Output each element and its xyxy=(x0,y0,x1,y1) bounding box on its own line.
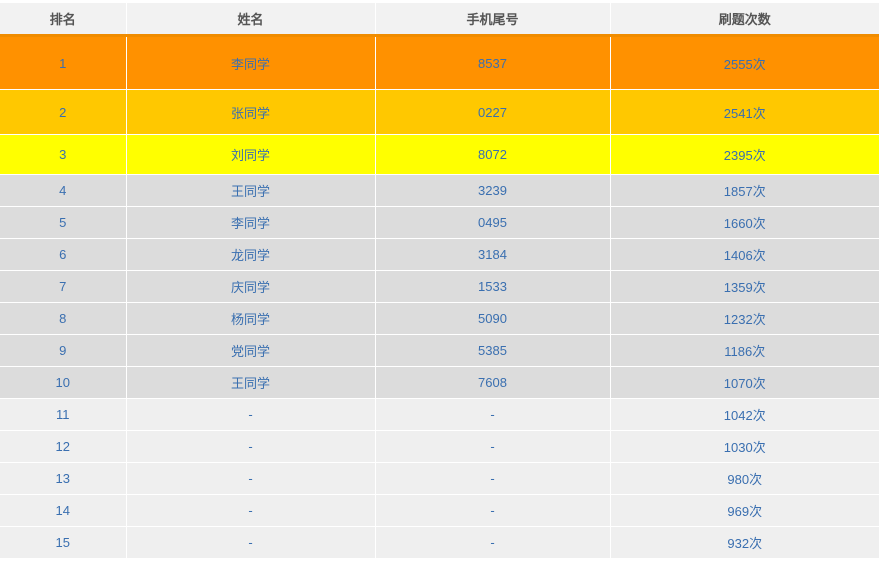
table-row: 8 杨同学 5090 1232次 xyxy=(0,302,879,335)
phone-cell: 5090 xyxy=(375,302,611,335)
table-row: 6 龙同学 3184 1406次 xyxy=(0,238,879,271)
table-row: 13 - - 980次 xyxy=(0,462,879,495)
name-cell: 王同学 xyxy=(126,174,376,207)
rank-cell: 5 xyxy=(0,206,127,239)
name-cell: 李同学 xyxy=(126,35,376,90)
rank-cell: 2 xyxy=(0,89,127,135)
count-cell: 1406次 xyxy=(610,238,879,271)
rank-cell: 14 xyxy=(0,494,127,527)
name-cell: 庆同学 xyxy=(126,270,376,303)
count-cell: 2395次 xyxy=(610,134,879,175)
count-cell: 1232次 xyxy=(610,302,879,335)
count-cell: 980次 xyxy=(610,462,879,495)
name-cell: 刘同学 xyxy=(126,134,376,175)
table-row-first-place: 1 李同学 8537 2555次 xyxy=(0,35,879,90)
phone-cell: 0495 xyxy=(375,206,611,239)
header-phone: 手机尾号 xyxy=(375,3,611,37)
phone-cell: - xyxy=(375,398,611,431)
phone-cell: 7608 xyxy=(375,366,611,399)
count-cell: 1030次 xyxy=(610,430,879,463)
rank-cell: 8 xyxy=(0,302,127,335)
rank-cell: 15 xyxy=(0,526,127,559)
rank-cell: 4 xyxy=(0,174,127,207)
table-row: 7 庆同学 1533 1359次 xyxy=(0,270,879,303)
name-cell: 李同学 xyxy=(126,206,376,239)
rank-cell: 9 xyxy=(0,334,127,367)
name-cell: - xyxy=(126,462,376,495)
name-cell: - xyxy=(126,430,376,463)
count-cell: 1660次 xyxy=(610,206,879,239)
phone-cell: 3239 xyxy=(375,174,611,207)
phone-cell: 5385 xyxy=(375,334,611,367)
count-cell: 1857次 xyxy=(610,174,879,207)
rank-cell: 1 xyxy=(0,35,127,90)
table-row: 9 党同学 5385 1186次 xyxy=(0,334,879,367)
header-row: 排名 姓名 手机尾号 刷题次数 xyxy=(0,3,879,37)
leaderboard-header: 排名 姓名 手机尾号 刷题次数 xyxy=(0,3,879,37)
count-cell: 969次 xyxy=(610,494,879,527)
table-row: 4 王同学 3239 1857次 xyxy=(0,174,879,207)
name-cell: 王同学 xyxy=(126,366,376,399)
header-count: 刷题次数 xyxy=(610,3,879,37)
table-row: 10 王同学 7608 1070次 xyxy=(0,366,879,399)
rank-cell: 3 xyxy=(0,134,127,175)
phone-cell: 0227 xyxy=(375,89,611,135)
table-row: 5 李同学 0495 1660次 xyxy=(0,206,879,239)
count-cell: 1070次 xyxy=(610,366,879,399)
leaderboard-table: 排名 姓名 手机尾号 刷题次数 1 李同学 8537 2555次 2 张同学 0… xyxy=(0,3,879,559)
rank-cell: 11 xyxy=(0,398,127,431)
rank-cell: 6 xyxy=(0,238,127,271)
header-rank: 排名 xyxy=(0,3,127,37)
name-cell: 杨同学 xyxy=(126,302,376,335)
phone-cell: 8072 xyxy=(375,134,611,175)
count-cell: 2541次 xyxy=(610,89,879,135)
table-row: 12 - - 1030次 xyxy=(0,430,879,463)
name-cell: - xyxy=(126,398,376,431)
name-cell: - xyxy=(126,494,376,527)
rank-cell: 13 xyxy=(0,462,127,495)
table-row: 14 - - 969次 xyxy=(0,494,879,527)
table-row-third-place: 3 刘同学 8072 2395次 xyxy=(0,134,879,175)
rank-cell: 12 xyxy=(0,430,127,463)
rank-cell: 10 xyxy=(0,366,127,399)
table-row: 11 - - 1042次 xyxy=(0,398,879,431)
name-cell: 张同学 xyxy=(126,89,376,135)
header-name: 姓名 xyxy=(126,3,376,37)
phone-cell: - xyxy=(375,430,611,463)
rank-cell: 7 xyxy=(0,270,127,303)
table-row: 15 - - 932次 xyxy=(0,526,879,559)
name-cell: - xyxy=(126,526,376,559)
name-cell: 龙同学 xyxy=(126,238,376,271)
count-cell: 932次 xyxy=(610,526,879,559)
phone-cell: - xyxy=(375,462,611,495)
count-cell: 1359次 xyxy=(610,270,879,303)
count-cell: 1186次 xyxy=(610,334,879,367)
phone-cell: 8537 xyxy=(375,35,611,90)
count-cell: 2555次 xyxy=(610,35,879,90)
count-cell: 1042次 xyxy=(610,398,879,431)
phone-cell: - xyxy=(375,494,611,527)
table-row-second-place: 2 张同学 0227 2541次 xyxy=(0,89,879,135)
name-cell: 党同学 xyxy=(126,334,376,367)
leaderboard-body: 1 李同学 8537 2555次 2 张同学 0227 2541次 3 刘同学 … xyxy=(0,35,879,559)
phone-cell: - xyxy=(375,526,611,559)
phone-cell: 3184 xyxy=(375,238,611,271)
phone-cell: 1533 xyxy=(375,270,611,303)
